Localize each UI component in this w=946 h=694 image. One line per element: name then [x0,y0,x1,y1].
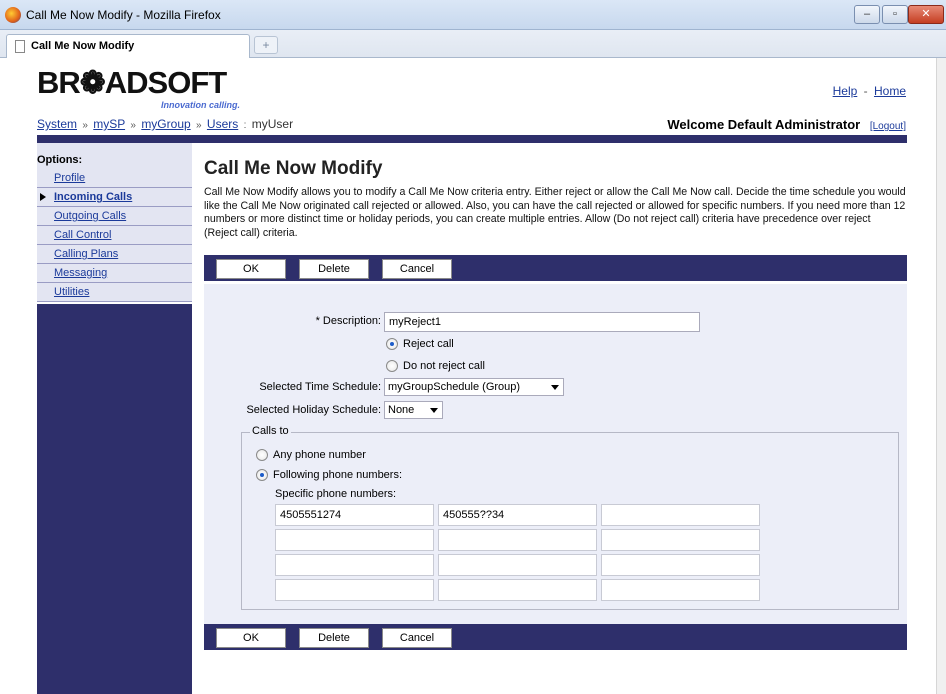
breadcrumb-current: myUser [251,117,294,131]
holiday-schedule-value: None [388,404,415,416]
holiday-schedule-label: Selected Holiday Schedule: [246,404,381,416]
time-schedule-select[interactable]: myGroupSchedule (Group) [384,378,564,396]
reject-call-radio[interactable] [386,338,398,350]
main-content: Call Me Now Modify Call Me Now Modify al… [204,158,907,240]
window-title: Call Me Now Modify - Mozilla Firefox [26,8,221,22]
breadcrumb-separator: » [130,120,136,131]
firefox-icon [5,7,21,23]
cancel-button[interactable]: Cancel [382,628,452,648]
vertical-scrollbar[interactable] [936,58,946,694]
calls-to-legend: Calls to [250,425,291,437]
following-phone-numbers-radio[interactable] [256,469,268,481]
page-icon [15,40,25,53]
specific-phone-numbers-label: Specific phone numbers: [275,488,397,500]
ok-button[interactable]: OK [216,628,286,648]
phone-number-field[interactable] [438,579,597,601]
tab-call-me-now-modify[interactable]: Call Me Now Modify [6,34,250,58]
breadcrumb-users[interactable]: Users [207,117,238,131]
phone-number-field[interactable] [275,579,434,601]
chevron-down-icon [551,385,559,390]
sidebar-item-label[interactable]: Call Control [54,229,111,241]
breadcrumb-separator: : [243,120,247,131]
options-title: Options: [37,143,192,169]
tab-bar: Call Me Now Modify + [0,30,946,58]
sidebar-item-label[interactable]: Utilities [54,286,89,298]
holiday-schedule-select[interactable]: None [384,401,443,419]
time-schedule-label: Selected Time Schedule: [259,381,381,393]
broadsoft-logo: BR❁ADSOFT Innovation calling. [37,65,240,110]
breadcrumb-system[interactable]: System [37,117,77,131]
phone-number-field[interactable] [438,529,597,551]
phone-number-field[interactable] [601,529,760,551]
breadcrumb-separator: » [82,120,88,131]
description-label: * Description: [315,315,381,327]
reject-call-label: Reject call [403,338,454,350]
header-divider [37,135,907,143]
current-arrow-icon [40,193,46,201]
phone-number-field[interactable] [601,579,760,601]
help-link[interactable]: Help [833,84,858,98]
any-phone-number-radio[interactable] [256,449,268,461]
options-menu: Options: Profile Incoming Calls Outgoing… [37,143,192,304]
breadcrumb-mysp[interactable]: mySP [93,117,125,131]
breadcrumb: System » mySP » myGroup » Users : myUser [37,117,293,131]
phone-number-field[interactable] [275,554,434,576]
delete-button[interactable]: Delete [299,259,369,279]
cancel-button[interactable]: Cancel [382,259,452,279]
maximize-button[interactable]: ▫ [882,5,908,24]
sidebar-item-label[interactable]: Messaging [54,267,107,279]
logo-tagline: Innovation calling. [161,100,241,110]
welcome-message: Welcome Default Administrator [Logout] [667,117,906,132]
delete-button[interactable]: Delete [299,628,369,648]
breadcrumb-mygroup[interactable]: myGroup [141,117,190,131]
following-phone-numbers-label: Following phone numbers: [273,469,403,481]
ok-button[interactable]: OK [216,259,286,279]
any-phone-number-label: Any phone number [273,449,366,461]
sidebar-item-calling-plans[interactable]: Calling Plans [37,245,192,264]
sidebar-item-messaging[interactable]: Messaging [37,264,192,283]
new-tab-button[interactable]: + [254,36,278,54]
phone-number-field[interactable] [601,554,760,576]
do-not-reject-call-label: Do not reject call [403,360,485,372]
sidebar: Options: Profile Incoming Calls Outgoing… [37,143,192,694]
sidebar-item-call-control[interactable]: Call Control [37,226,192,245]
welcome-text: Welcome Default Administrator [667,117,861,132]
page-title: Call Me Now Modify [204,158,383,179]
phone-number-field[interactable] [275,529,434,551]
sidebar-item-label[interactable]: Profile [54,172,85,184]
window-titlebar: Call Me Now Modify - Mozilla Firefox – ▫… [0,0,946,30]
page-content: BR❁ADSOFT Innovation calling. Help - Hom… [0,58,936,694]
sidebar-item-outgoing-calls[interactable]: Outgoing Calls [37,207,192,226]
phone-number-field[interactable] [438,554,597,576]
sidebar-item-utilities[interactable]: Utilities [37,283,192,302]
description-field[interactable]: myReject1 [384,312,700,332]
logout-link[interactable]: [Logout] [870,121,906,132]
tab-label: Call Me Now Modify [31,40,135,52]
minimize-button[interactable]: – [854,5,880,24]
close-window-button[interactable]: ✕ [908,5,944,24]
time-schedule-value: myGroupSchedule (Group) [388,381,521,393]
help-links: Help - Home [833,84,906,98]
breadcrumb-separator: » [196,120,202,131]
phone-number-field[interactable]: 4505551274 [275,504,434,526]
logo-text: BR❁ADSOFT [37,65,227,100]
sidebar-item-profile[interactable]: Profile [37,169,192,188]
phone-number-field[interactable]: 450555??34 [438,504,597,526]
form-area: * Description: myReject1 Reject call Do … [204,284,907,626]
home-link[interactable]: Home [874,84,906,98]
sidebar-item-label[interactable]: Incoming Calls [54,191,132,203]
sidebar-item-label[interactable]: Calling Plans [54,248,118,260]
chevron-down-icon [430,408,438,413]
page-description: Call Me Now Modify allows you to modify … [204,186,906,239]
phone-number-field[interactable] [601,504,760,526]
bottom-button-bar: OK Delete Cancel [204,624,907,650]
sidebar-item-incoming-calls[interactable]: Incoming Calls [37,188,192,207]
top-button-bar: OK Delete Cancel [204,255,907,281]
do-not-reject-call-radio[interactable] [386,360,398,372]
sidebar-item-label[interactable]: Outgoing Calls [54,210,126,222]
link-separator: - [863,84,868,98]
